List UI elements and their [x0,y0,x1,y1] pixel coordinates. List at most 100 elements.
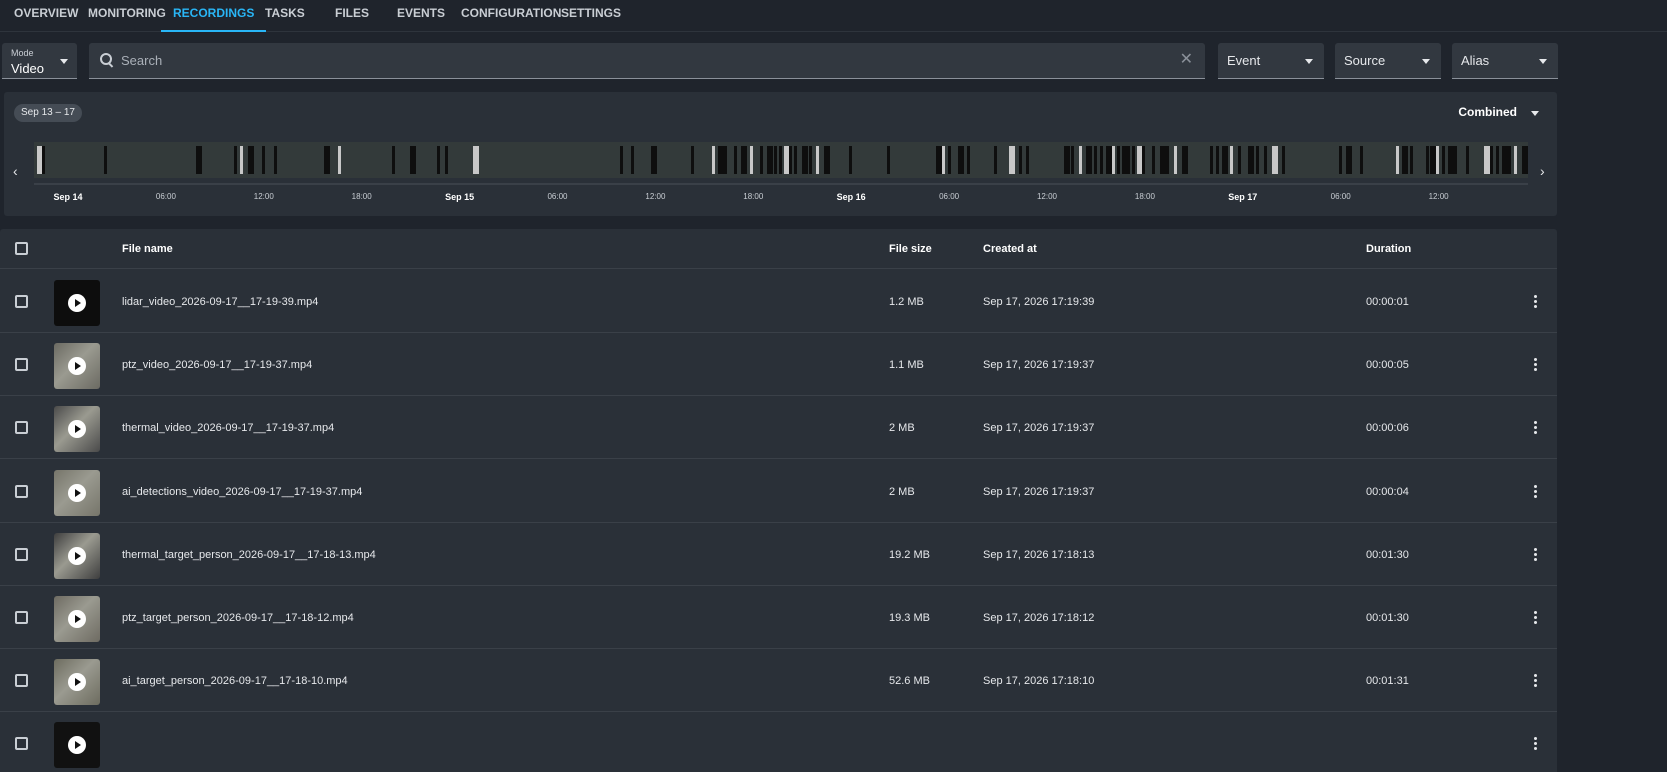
close-icon[interactable]: ✕ [1180,52,1193,68]
table-row[interactable]: ptz_target_person_2026-09-17__17-18-12.m… [0,586,1557,649]
recording-segment [1238,146,1241,174]
more-vert-icon[interactable] [1530,610,1540,626]
more-vert-icon[interactable] [1530,420,1540,436]
more-vert-icon[interactable] [1530,547,1540,563]
more-vert-icon[interactable] [1530,673,1540,689]
chevron-down-icon [1305,59,1313,64]
recording-segment [620,146,623,174]
video-thumbnail[interactable] [54,406,100,453]
recording-segment [767,146,773,174]
column-duration[interactable]: Duration [1366,243,1411,255]
tab-overview[interactable]: OVERVIEW [14,0,78,32]
play-icon[interactable] [68,736,86,755]
recording-segment [1064,146,1070,174]
play-icon[interactable] [68,483,86,502]
more-vert-icon[interactable] [1530,484,1540,500]
file-name[interactable]: ai_target_person_2026-09-17__17-18-10.mp… [122,675,348,687]
table-row[interactable]: ptz_video_2026-09-17__17-19-37.mp4 1.1 MB… [0,333,1557,397]
recording-segment [631,146,634,174]
recording-segment [724,146,727,174]
recording-segment [234,146,237,174]
recording-segment [1026,146,1029,174]
row-checkbox[interactable] [15,547,28,561]
more-vert-icon[interactable] [1530,294,1540,310]
recording-segment [802,146,808,174]
recording-segment [734,146,737,174]
chevron-left-icon[interactable]: ‹ [13,164,18,178]
tab-events[interactable]: EVENTS [397,0,445,32]
play-icon[interactable] [68,546,86,565]
recording-segment [794,146,797,174]
tab-monitoring[interactable]: MONITORING [88,0,166,32]
column-created-at[interactable]: Created at [983,243,1037,255]
timeline-tick-label: 18:00 [743,192,764,201]
table-row[interactable]: thermal_video_2026-09-17__17-19-37.mp4 2 … [0,396,1557,460]
table-row[interactable] [0,712,1557,772]
table-row[interactable]: lidar_video_2026-09-17__17-19-39.mp4 1.2 … [0,270,1557,333]
file-name[interactable]: thermal_target_person_2026-09-17__17-18-… [122,549,376,561]
tab-files[interactable]: FILES [335,0,369,32]
chevron-down-icon [1422,59,1430,64]
more-vert-icon[interactable] [1530,357,1540,373]
video-thumbnail[interactable] [54,469,100,516]
row-checkbox[interactable] [15,358,28,372]
file-name[interactable]: ptz_video_2026-09-17__17-19-37.mp4 [122,359,312,371]
file-size: 2 MB [889,422,915,435]
file-name[interactable]: ai_detections_video_2026-09-17__17-19-37… [122,486,362,498]
tab-recordings[interactable]: RECORDINGS [160,0,267,32]
table-row[interactable]: ai_target_person_2026-09-17__17-18-10.mp… [0,649,1557,713]
recording-segment [324,146,330,174]
row-checkbox[interactable] [15,484,28,498]
video-thumbnail[interactable] [54,343,100,390]
file-name[interactable]: thermal_video_2026-09-17__17-19-37.mp4 [122,422,334,434]
video-thumbnail[interactable] [54,280,100,326]
recording-segment [712,146,715,174]
column-file-name[interactable]: File name [122,243,173,255]
tab-tasks[interactable]: TASKS [265,0,305,32]
video-thumbnail[interactable] [54,722,100,769]
column-file-size[interactable]: File size [889,243,932,255]
recording-segment [1496,146,1499,174]
search-box: ✕ [89,43,1205,79]
mode-select[interactable]: Mode Video [2,43,77,79]
row-checkbox[interactable] [15,421,28,435]
date-range-chip[interactable]: Sep 13 – 17 [14,104,82,122]
recording-segment [651,146,657,174]
play-icon[interactable] [68,357,86,376]
recording-segment [1442,146,1445,174]
table-row[interactable]: ai_detections_video_2026-09-17__17-19-37… [0,460,1557,523]
duration: 00:00:04 [1366,485,1409,498]
video-thumbnail[interactable] [54,532,100,579]
file-name[interactable]: ptz_target_person_2026-09-17__17-18-12.m… [122,612,354,624]
tab-configuration[interactable]: CONFIGURATION [461,0,561,32]
play-icon[interactable] [68,420,86,439]
recording-segment [1117,146,1120,174]
select-all-checkbox[interactable] [15,242,28,255]
video-thumbnail[interactable] [54,596,100,642]
alias-select[interactable]: Alias [1452,43,1558,79]
file-name[interactable]: lidar_video_2026-09-17__17-19-39.mp4 [122,296,318,308]
row-checkbox[interactable] [15,295,28,308]
more-vert-icon[interactable] [1530,736,1540,752]
recording-segment [1086,146,1092,174]
recording-segment [1436,146,1439,174]
event-select[interactable]: Event [1218,43,1324,79]
chevron-right-icon[interactable]: › [1540,164,1545,178]
play-icon[interactable] [68,673,86,692]
timeline-track[interactable] [34,142,1528,186]
search-input[interactable] [121,43,1161,78]
play-icon[interactable] [68,294,86,312]
play-icon[interactable] [68,610,86,628]
row-checkbox[interactable] [15,737,28,751]
chevron-down-icon[interactable] [1531,111,1539,116]
row-checkbox[interactable] [15,674,28,688]
video-thumbnail[interactable] [54,659,100,706]
tab-settings[interactable]: SETTINGS [561,0,621,32]
view-mode-select[interactable]: Combined [1458,105,1517,119]
recording-segment [1346,146,1352,174]
source-select[interactable]: Source [1335,43,1441,79]
recording-segment [691,146,694,174]
table-row[interactable]: thermal_target_person_2026-09-17__17-18-… [0,523,1557,586]
recording-segment [1430,146,1436,174]
row-checkbox[interactable] [15,611,28,624]
